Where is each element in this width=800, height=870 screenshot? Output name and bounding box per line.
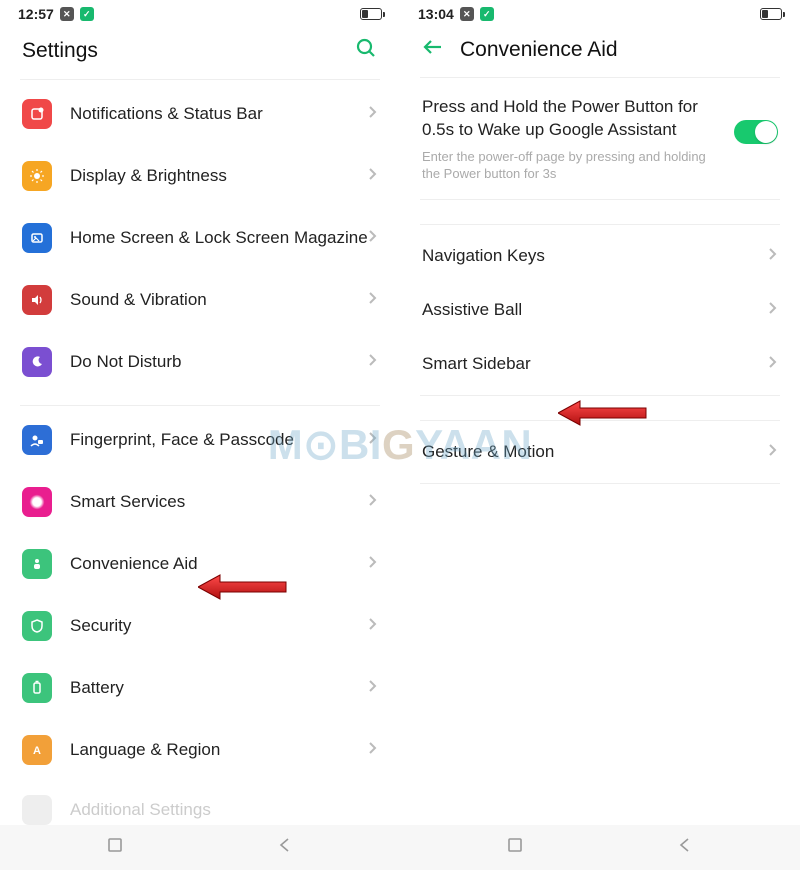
status-indicator-icon: ✕ [460, 7, 474, 21]
chevron-right-icon [368, 430, 378, 451]
row-label: Language & Region [52, 739, 368, 761]
row-label: Battery [52, 677, 368, 699]
status-bar: 13:04 ✕ ✓ [400, 0, 800, 24]
settings-row-display[interactable]: Display & Brightness [0, 145, 400, 207]
row-label: Notifications & Status Bar [52, 103, 368, 125]
chevron-right-icon [368, 228, 378, 249]
nav-recents-icon[interactable] [505, 835, 525, 860]
status-indicator-icon: ✓ [480, 7, 494, 21]
settings-row-home-screen[interactable]: Home Screen & Lock Screen Magazine [0, 207, 400, 269]
display-icon [22, 161, 52, 191]
toggle-row-power-assistant[interactable]: Press and Hold the Power Button for 0.5s… [400, 78, 800, 199]
status-indicator-icon: ✕ [60, 7, 74, 21]
convenience-aid-icon [22, 549, 52, 579]
convenience-list-1: Navigation Keys Assistive Ball Smart Sid… [400, 225, 800, 395]
row-assistive-ball[interactable]: Assistive Ball [400, 283, 800, 337]
row-navigation-keys[interactable]: Navigation Keys [400, 229, 800, 283]
chevron-right-icon [768, 354, 778, 375]
home-screen-icon [22, 223, 52, 253]
battery-settings-icon [22, 673, 52, 703]
convenience-list-2: Gesture & Motion [400, 421, 800, 483]
row-label: Convenience Aid [52, 553, 368, 575]
language-icon: A [22, 735, 52, 765]
battery-icon [760, 8, 782, 20]
settings-row-dnd[interactable]: Do Not Disturb [0, 331, 400, 393]
phone-convenience-aid: 13:04 ✕ ✓ Convenience Aid Press and Hold… [400, 0, 800, 825]
chevron-right-icon [368, 554, 378, 575]
nav-back-icon[interactable] [675, 835, 695, 860]
notifications-icon [22, 99, 52, 129]
navigation-bar [0, 825, 800, 870]
chevron-right-icon [368, 104, 378, 125]
row-label: Display & Brightness [52, 165, 368, 187]
convenience-header: Convenience Aid [400, 24, 800, 77]
row-label: Navigation Keys [422, 245, 768, 267]
settings-row-fingerprint[interactable]: Fingerprint, Face & Passcode [0, 409, 400, 471]
chevron-right-icon [368, 678, 378, 699]
divider [420, 483, 780, 484]
smart-services-icon [22, 487, 52, 517]
page-title: Settings [22, 39, 98, 63]
settings-row-convenience-aid[interactable]: Convenience Aid [0, 533, 400, 595]
fingerprint-icon [22, 425, 52, 455]
search-icon[interactable] [354, 36, 378, 65]
row-smart-sidebar[interactable]: Smart Sidebar [400, 337, 800, 391]
settings-header: Settings [0, 24, 400, 79]
settings-row-additional[interactable]: Additional Settings [0, 785, 400, 825]
phone-settings: 12:57 ✕ ✓ Settings Notifications & Statu… [0, 0, 400, 825]
row-label: Sound & Vibration [52, 289, 368, 311]
sound-icon [22, 285, 52, 315]
status-bar: 12:57 ✕ ✓ [0, 0, 400, 24]
chevron-right-icon [768, 246, 778, 267]
battery-icon [360, 8, 382, 20]
row-gesture-motion[interactable]: Gesture & Motion [400, 425, 800, 479]
settings-row-battery[interactable]: Battery [0, 657, 400, 719]
settings-row-smart-services[interactable]: Smart Services [0, 471, 400, 533]
back-icon[interactable] [422, 36, 444, 63]
status-time: 12:57 [18, 6, 54, 22]
settings-row-sound[interactable]: Sound & Vibration [0, 269, 400, 331]
row-label: Smart Services [52, 491, 368, 513]
chevron-right-icon [368, 290, 378, 311]
additional-settings-icon [22, 795, 52, 825]
security-icon [22, 611, 52, 641]
nav-recents-icon[interactable] [105, 835, 125, 860]
row-label: Smart Sidebar [422, 353, 768, 375]
page-title: Convenience Aid [460, 38, 618, 62]
status-time: 13:04 [418, 6, 454, 22]
row-label: Home Screen & Lock Screen Magazine [52, 227, 368, 249]
chevron-right-icon [368, 492, 378, 513]
settings-list-group-2: Fingerprint, Face & Passcode Smart Servi… [0, 405, 400, 785]
row-label: Additional Settings [52, 800, 378, 820]
row-label: Security [52, 615, 368, 637]
row-label: Fingerprint, Face & Passcode [52, 429, 368, 451]
chevron-right-icon [768, 300, 778, 321]
toggle-switch[interactable] [734, 120, 778, 144]
settings-row-security[interactable]: Security [0, 595, 400, 657]
status-indicator-icon: ✓ [80, 7, 94, 21]
settings-row-language[interactable]: A Language & Region [0, 719, 400, 781]
svg-text:A: A [33, 745, 41, 757]
row-label: Do Not Disturb [52, 351, 368, 373]
chevron-right-icon [768, 442, 778, 463]
chevron-right-icon [368, 352, 378, 373]
chevron-right-icon [368, 740, 378, 761]
dnd-icon [22, 347, 52, 377]
settings-row-notifications[interactable]: Notifications & Status Bar [0, 83, 400, 145]
chevron-right-icon [368, 166, 378, 187]
row-label: Gesture & Motion [422, 441, 768, 463]
nav-back-icon[interactable] [275, 835, 295, 860]
toggle-title: Press and Hold the Power Button for 0.5s… [422, 96, 724, 142]
toggle-subtitle: Enter the power-off page by pressing and… [422, 148, 724, 183]
settings-list-group-1: Notifications & Status Bar Display & Bri… [0, 79, 400, 397]
row-label: Assistive Ball [422, 299, 768, 321]
chevron-right-icon [368, 616, 378, 637]
